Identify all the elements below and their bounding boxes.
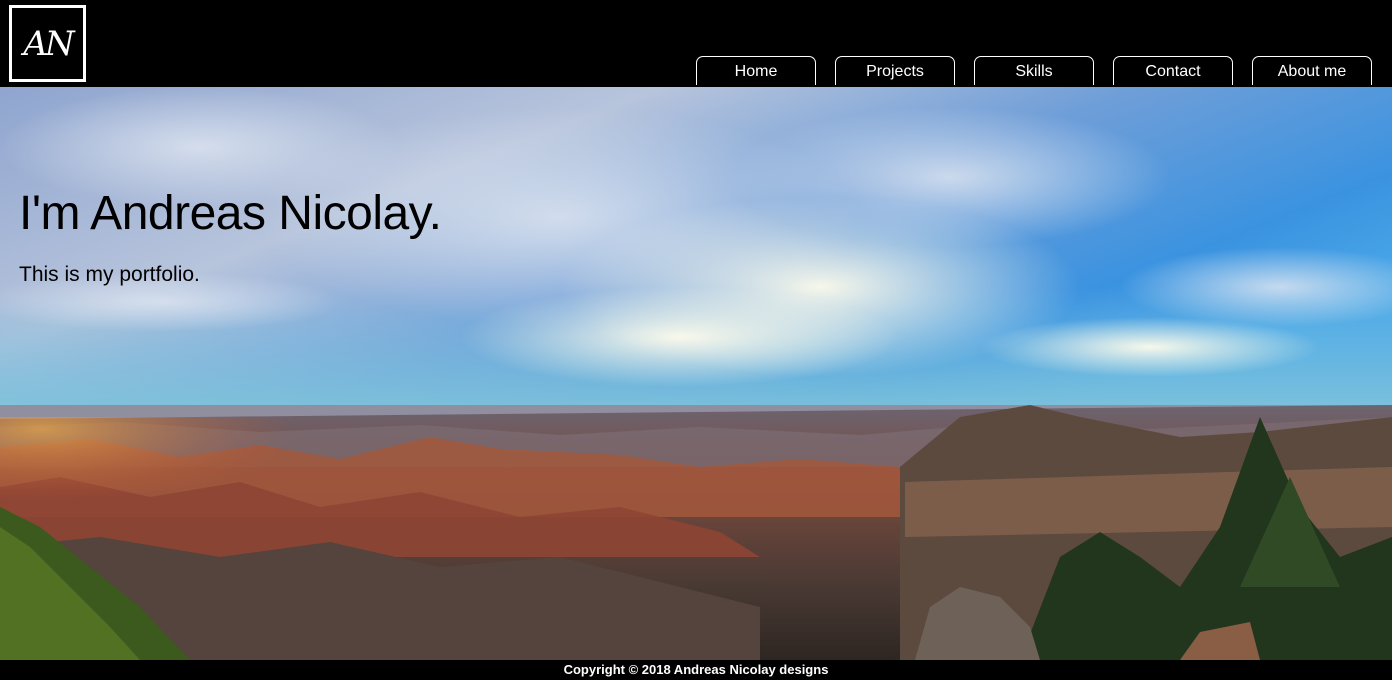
logo[interactable]: AN xyxy=(9,5,86,82)
nav-about-me[interactable]: About me xyxy=(1252,56,1372,85)
hero-subtitle: This is my portfolio. xyxy=(19,263,200,286)
nav-projects[interactable]: Projects xyxy=(835,56,955,85)
nav-contact[interactable]: Contact xyxy=(1113,56,1233,85)
nav-skills[interactable]: Skills xyxy=(974,56,1094,85)
site-footer: Copyright © 2018 Andreas Nicolay designs xyxy=(0,660,1392,680)
main-nav: Home Projects Skills Contact About me xyxy=(696,56,1372,85)
hero-title: I'm Andreas Nicolay. xyxy=(19,187,442,240)
hero-section: I'm Andreas Nicolay. This is my portfoli… xyxy=(0,87,1392,660)
copyright-text: Copyright © 2018 Andreas Nicolay designs xyxy=(563,662,829,677)
nav-home[interactable]: Home xyxy=(696,56,816,85)
hero-landscape-image xyxy=(0,87,1392,660)
site-header: AN Home Projects Skills Contact About me xyxy=(0,0,1392,87)
